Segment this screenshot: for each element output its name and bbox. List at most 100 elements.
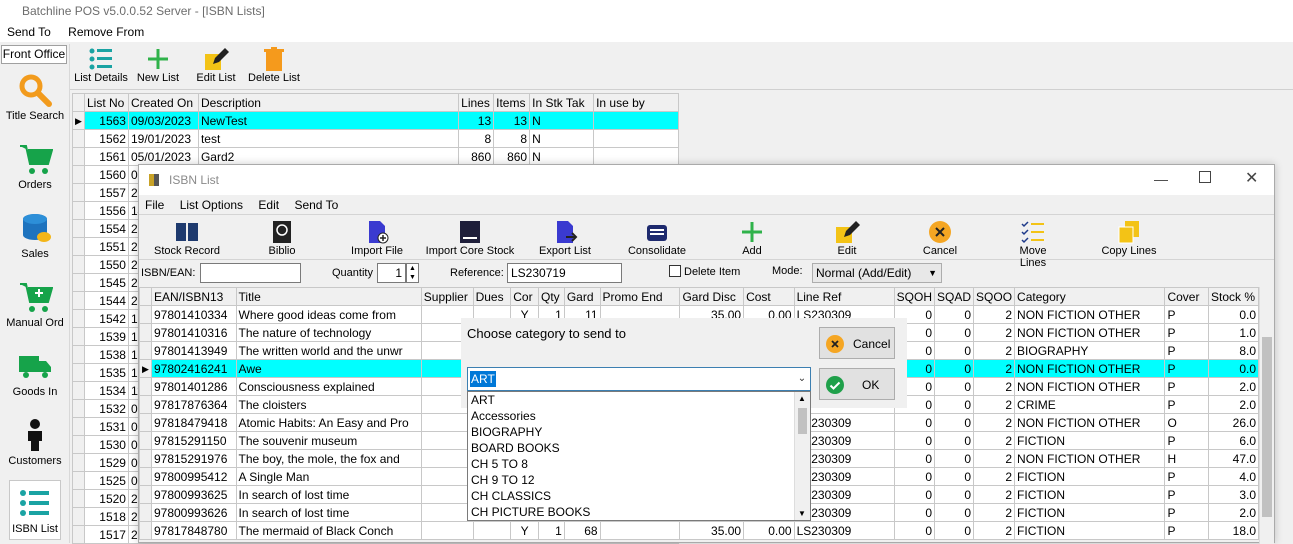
table-cell: 1542 (83, 309, 129, 328)
sidebar-item-title-search[interactable]: Title Search (0, 66, 70, 135)
dropdown-option[interactable]: ART (468, 392, 796, 408)
col-header[interactable]: Cover (1164, 287, 1209, 306)
dialog-ok-button[interactable]: OK (819, 368, 895, 400)
col-header[interactable]: In use by (593, 93, 679, 112)
col-header[interactable]: SQOH (893, 287, 936, 306)
sidebar-item-isbn-list[interactable]: ISBN List (9, 480, 61, 540)
new-list-button[interactable]: New List (134, 46, 182, 84)
menu-remove-from[interactable]: Remove From (61, 22, 151, 42)
col-header[interactable]: Cost (743, 287, 795, 306)
dropdown-option[interactable]: BIOGRAPHY (468, 424, 796, 440)
sidebar-item-goods-in[interactable]: Goods In (0, 342, 70, 411)
col-header[interactable]: Qty (538, 287, 565, 306)
import-file-button[interactable]: Import File (345, 219, 409, 257)
col-header[interactable]: Category (1014, 287, 1166, 306)
table-cell: 1551 (83, 237, 129, 256)
col-header[interactable]: Gard (563, 287, 601, 306)
table-cell (593, 147, 679, 166)
delete-item-checkbox[interactable] (669, 265, 681, 277)
list-details-button[interactable]: List Details (72, 46, 130, 84)
dropdown-option[interactable]: CH CLASSICS (468, 488, 796, 504)
mode-select[interactable]: Normal (Add/Edit) ▼ (812, 263, 942, 283)
dropdown-option[interactable]: BOARD BOOKS (468, 440, 796, 456)
col-header[interactable]: Cor (510, 287, 539, 306)
sidebar-item-customers[interactable]: Customers (0, 411, 70, 480)
col-header[interactable]: Items (493, 93, 531, 112)
table-row[interactable]: 1561 05/01/2023 Gard2 860 860 N (72, 147, 679, 166)
import-core-stock-button[interactable]: Import Core Stock (424, 219, 516, 257)
sidebar-item-sales[interactable]: Sales (0, 204, 70, 273)
col-header[interactable]: Supplier (420, 287, 474, 306)
table-cell: 1563 (83, 111, 129, 130)
menu-list-options[interactable]: List Options (174, 195, 249, 215)
quantity-stepper[interactable]: ▲ ▼ (406, 263, 419, 283)
quantity-input[interactable]: 1 (377, 263, 406, 283)
col-header[interactable]: In Stk Tak (529, 93, 595, 112)
col-header[interactable]: Dues (472, 287, 512, 306)
table-cell: FICTION (1014, 431, 1166, 450)
scrollbar-thumb[interactable] (1262, 337, 1272, 517)
dropdown-option[interactable]: CH 5 TO 8 (468, 456, 796, 472)
col-header[interactable]: EAN/ISBN13 (150, 287, 237, 306)
col-header[interactable]: Lines (458, 93, 495, 112)
minimize-icon[interactable]: — (1154, 171, 1168, 187)
edit-button[interactable]: Edit (829, 219, 865, 257)
dialog-cancel-label: Cancel (853, 337, 891, 351)
col-header[interactable]: SQOO (973, 287, 1016, 306)
row-indicator (139, 305, 152, 324)
menu-file[interactable]: File (139, 195, 170, 215)
menu-edit[interactable]: Edit (252, 195, 285, 215)
dropdown-option[interactable]: CH PICTURE BOOKS (468, 504, 796, 520)
biblio-button[interactable]: Biblio (257, 219, 307, 257)
scroll-down-icon[interactable]: ▼ (798, 509, 806, 518)
col-header[interactable]: Line Ref (793, 287, 895, 306)
category-selected: ART (470, 371, 496, 387)
col-header[interactable]: Created On (127, 93, 199, 112)
row-indicator (139, 395, 152, 414)
isbn-toolbar: Stock Record Biblio Import File Import C… (139, 214, 1274, 269)
row-pointer-icon: ▶ (72, 111, 85, 130)
front-office-tab[interactable]: Front Office (1, 45, 67, 64)
category-combobox[interactable]: ART ⌄ (467, 367, 811, 391)
col-header[interactable]: Title (235, 287, 422, 306)
sidebar-item-orders[interactable]: Orders (0, 135, 70, 204)
dialog-cancel-button[interactable]: Cancel (819, 327, 895, 359)
copy-lines-button[interactable]: Copy Lines (1099, 219, 1159, 257)
sidebar-item-manual-ord[interactable]: Manual Ord (0, 273, 70, 342)
table-row[interactable]: 97817848780 The mermaid of Black Conch Y 1 6… (139, 521, 1259, 540)
col-header[interactable]: Stock % (1207, 287, 1259, 306)
items-vertical-scrollbar[interactable] (1259, 287, 1274, 544)
col-header[interactable]: Description (197, 93, 460, 112)
row-indicator (72, 525, 85, 544)
table-cell: CRIME (1014, 395, 1166, 414)
chevron-down-icon[interactable]: ⌄ (794, 368, 810, 390)
dropdown-option[interactable]: CH 9 TO 12 (468, 472, 796, 488)
reference-input[interactable]: LS230719 (507, 263, 622, 283)
cancel-button[interactable]: Cancel (919, 219, 961, 257)
close-icon[interactable]: ✕ (1245, 168, 1258, 188)
export-list-button[interactable]: Export List (533, 219, 597, 257)
scrollbar-thumb[interactable] (798, 408, 807, 434)
dropdown-scrollbar[interactable]: ▲ ▼ (794, 392, 810, 520)
delete-list-button[interactable]: Delete List (246, 46, 302, 84)
edit-list-button[interactable]: Edit List (192, 46, 240, 84)
sidebar-item-label: Sales (21, 248, 49, 260)
stock-record-button[interactable]: Stock Record (149, 219, 225, 257)
consolidate-button[interactable]: Consolidate (625, 219, 689, 257)
row-indicator (139, 377, 152, 396)
row-indicator-header (72, 93, 85, 112)
table-row[interactable]: 1562 19/01/2023 test 8 8 N (72, 129, 679, 148)
dropdown-option[interactable]: Accessories (468, 408, 796, 424)
maximize-icon[interactable] (1199, 171, 1211, 183)
col-header[interactable]: List No (83, 93, 129, 112)
col-header[interactable]: SQAD (934, 287, 975, 306)
table-row[interactable]: ▶ 1563 09/03/2023 NewTest 13 13 N (72, 111, 679, 130)
scroll-up-icon[interactable]: ▲ (798, 394, 806, 403)
move-lines-button[interactable]: Move Lines (1005, 219, 1061, 269)
menu-send-to[interactable]: Send To (288, 195, 344, 215)
isbn-input[interactable] (200, 263, 301, 283)
add-button[interactable]: Add (734, 219, 770, 257)
col-header[interactable]: Promo End (599, 287, 681, 306)
col-header[interactable]: Gard Disc (679, 287, 745, 306)
menu-send-to[interactable]: Send To (0, 22, 58, 42)
